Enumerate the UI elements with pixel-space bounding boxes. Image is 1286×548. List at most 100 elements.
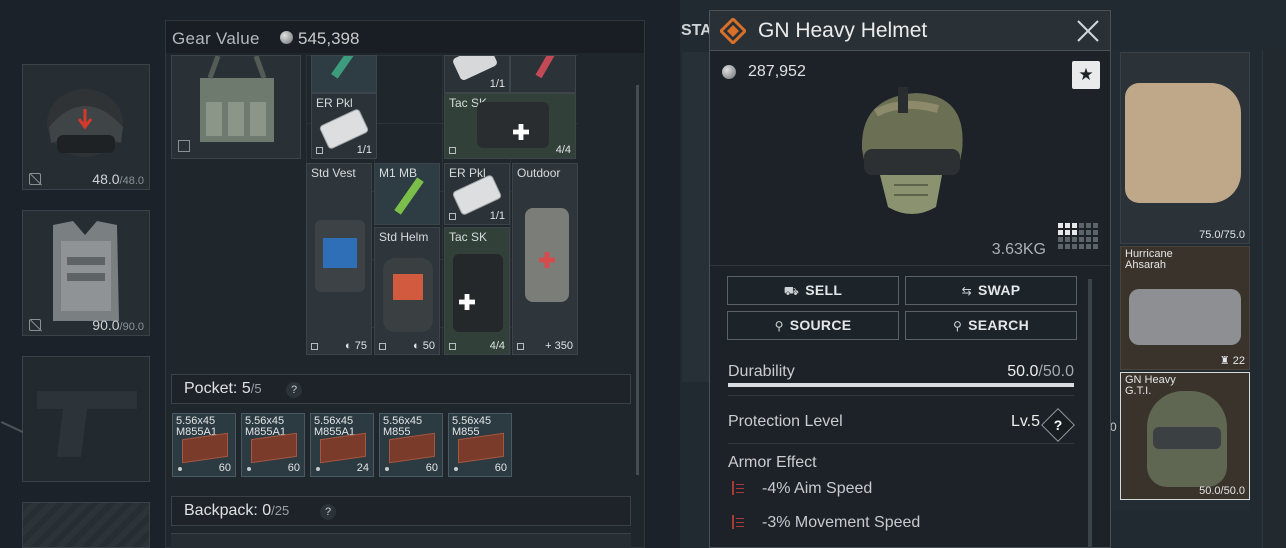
syringe-image [331, 56, 355, 79]
er-pkl-item[interactable]: ER Pkl 1/1 [311, 93, 377, 159]
item-size-grid-icon [1058, 223, 1102, 255]
backpack-label: Backpack: [184, 502, 258, 519]
first-aid-kit-image [453, 254, 503, 332]
ammo-item[interactable]: 5.56x45 M855A1 60 [172, 413, 236, 477]
std-helm-item[interactable]: Std Helm ◐ 50 [374, 227, 440, 355]
divider [710, 265, 1110, 266]
armor-effect-label: Armor Effect [728, 454, 817, 471]
ammo-box-image [458, 432, 504, 464]
effect-aim-speed: -4% Aim Speed [732, 480, 872, 498]
chest-rig-image [200, 56, 274, 142]
ammo-box-image [182, 432, 228, 464]
pill-item-top[interactable]: 1/1 [444, 55, 510, 93]
tac-sk-item[interactable]: Tac SK 4/4 [444, 93, 576, 159]
stat-decrease-icon [732, 515, 746, 529]
armor-vest-image [1125, 83, 1241, 203]
close-icon[interactable] [1074, 17, 1102, 45]
injector-image [535, 56, 557, 79]
pocket-label: Pocket: [184, 380, 238, 397]
syringe-item[interactable] [311, 55, 377, 93]
ammo-box-image [320, 432, 366, 464]
inventory-scrollbar[interactable] [636, 85, 639, 475]
durability-bar [728, 383, 1074, 387]
armor-vest-item[interactable]: 75.0/75.0 [1120, 52, 1250, 244]
lock-icon [29, 319, 41, 331]
syringe-image [394, 177, 424, 215]
gear-value-amount: 545,398 [298, 29, 360, 48]
ammo-box-image [389, 432, 435, 464]
pocket-count: 5 [241, 380, 251, 397]
stash-sidebar [682, 52, 710, 382]
left-edge-line [0, 421, 24, 433]
backpack-grid [171, 533, 631, 548]
durability-bar-fill [728, 383, 1074, 387]
gear-value-label: Gear Value [172, 29, 260, 48]
stat-decrease-icon [732, 481, 746, 495]
ammo-box-image [251, 432, 297, 464]
swap-icon: ⇆ [961, 284, 972, 298]
search-button[interactable]: ⚲ SEARCH [905, 311, 1077, 340]
armor-durability: 90.0/90.0 [92, 317, 144, 333]
protection-label: Protection Level [728, 413, 843, 430]
help-icon[interactable]: ? [286, 382, 302, 398]
tooltip-header: GN Heavy Helmet [710, 11, 1110, 51]
hurricane-backpack-item[interactable]: Hurricane Ahsarah ♜ 22 [1120, 246, 1250, 370]
armor-slot[interactable]: 90.0/90.0 [22, 210, 150, 336]
cart-icon: ⛟ [783, 284, 800, 298]
tooltip-scrollbar[interactable] [1088, 279, 1092, 548]
item-tooltip: GN Heavy Helmet 287,952 ★ 3.63KG ⛟ SELL ⇆… [709, 10, 1111, 548]
search-icon: ⚲ [774, 319, 784, 333]
m1-mb-item[interactable]: M1 MB [374, 163, 440, 225]
pocket-max: /5 [250, 381, 262, 396]
coin-icon [280, 31, 293, 44]
item-title: GN Heavy Helmet [758, 19, 928, 42]
brand-logo-icon [720, 18, 746, 44]
ammo-item[interactable]: 5.56x45 M855 60 [448, 413, 512, 477]
sell-button[interactable]: ⛟ SELL [727, 276, 899, 305]
ammo-item[interactable]: 5.56x45 M855A1 60 [241, 413, 305, 477]
protection-row: Protection Level Lv.5 [728, 413, 1074, 431]
std-vest-item[interactable]: Std Vest ◐ 75 [306, 163, 372, 355]
swap-button[interactable]: ⇆ SWAP [905, 276, 1077, 305]
inventory-panel: Gear Value 545,398 1/1 ER Pkl 1/1 Tac SK [165, 20, 645, 548]
divider [728, 395, 1074, 396]
ammo-item[interactable]: 5.56x45 M855 60 [379, 413, 443, 477]
outdoor-item[interactable]: Outdoor + 350 [512, 163, 578, 355]
durability-value: 50.0/50.0 [1007, 363, 1074, 380]
gn-heavy-helmet-item[interactable]: GN Heavy G.T.I. 50.0/50.0 [1120, 372, 1250, 500]
helmet-slot[interactable]: 48.0/48.0 [22, 64, 150, 190]
item-weight: 3.63KG [991, 241, 1046, 258]
search-icon: ⚲ [952, 319, 963, 333]
empty-slot[interactable] [22, 502, 150, 548]
durability-label: Durability [728, 363, 795, 380]
edge-digit: 0 [1110, 420, 1117, 434]
helmet-preview-image [861, 87, 963, 214]
backpack-max: /25 [271, 503, 290, 518]
pistol-silhouette-icon [37, 391, 137, 457]
weapon-slot[interactable] [22, 356, 150, 482]
pocket-header: Pocket: 5/5 ? [171, 374, 631, 404]
backpack-image [1129, 289, 1241, 345]
first-aid-kit-image [477, 102, 549, 148]
chest-rig-slot[interactable] [171, 55, 301, 159]
er-pkl-item-2[interactable]: ER Pkl 1/1 [444, 163, 510, 225]
lock-icon [178, 140, 190, 152]
stash-scrollbar[interactable] [1262, 50, 1284, 548]
durability-row: Durability 50.0/50.0 [728, 363, 1074, 381]
favorite-star-icon[interactable]: ★ [1072, 61, 1100, 89]
tac-sk-item-2[interactable]: Tac SK 4/4 [444, 227, 510, 355]
divider [728, 443, 1074, 444]
backpack-header: Backpack: 0/25 ? [171, 496, 631, 526]
source-button[interactable]: ⚲ SOURCE [727, 311, 899, 340]
item-price: 287,952 [748, 63, 806, 80]
protection-value: Lv.5 [1010, 413, 1040, 430]
ammo-item[interactable]: 5.56x45 M855A1 24 [310, 413, 374, 477]
gear-value-header: Gear Value 545,398 [166, 21, 644, 53]
stash-label: STA [681, 22, 712, 39]
helmet-durability: 48.0/48.0 [92, 171, 144, 187]
backpack-count: 0 [262, 502, 272, 519]
effect-movement-speed: -3% Movement Speed [732, 514, 920, 532]
help-icon[interactable]: ? [320, 504, 336, 520]
lock-icon [29, 173, 41, 185]
injector-item[interactable] [510, 55, 576, 93]
